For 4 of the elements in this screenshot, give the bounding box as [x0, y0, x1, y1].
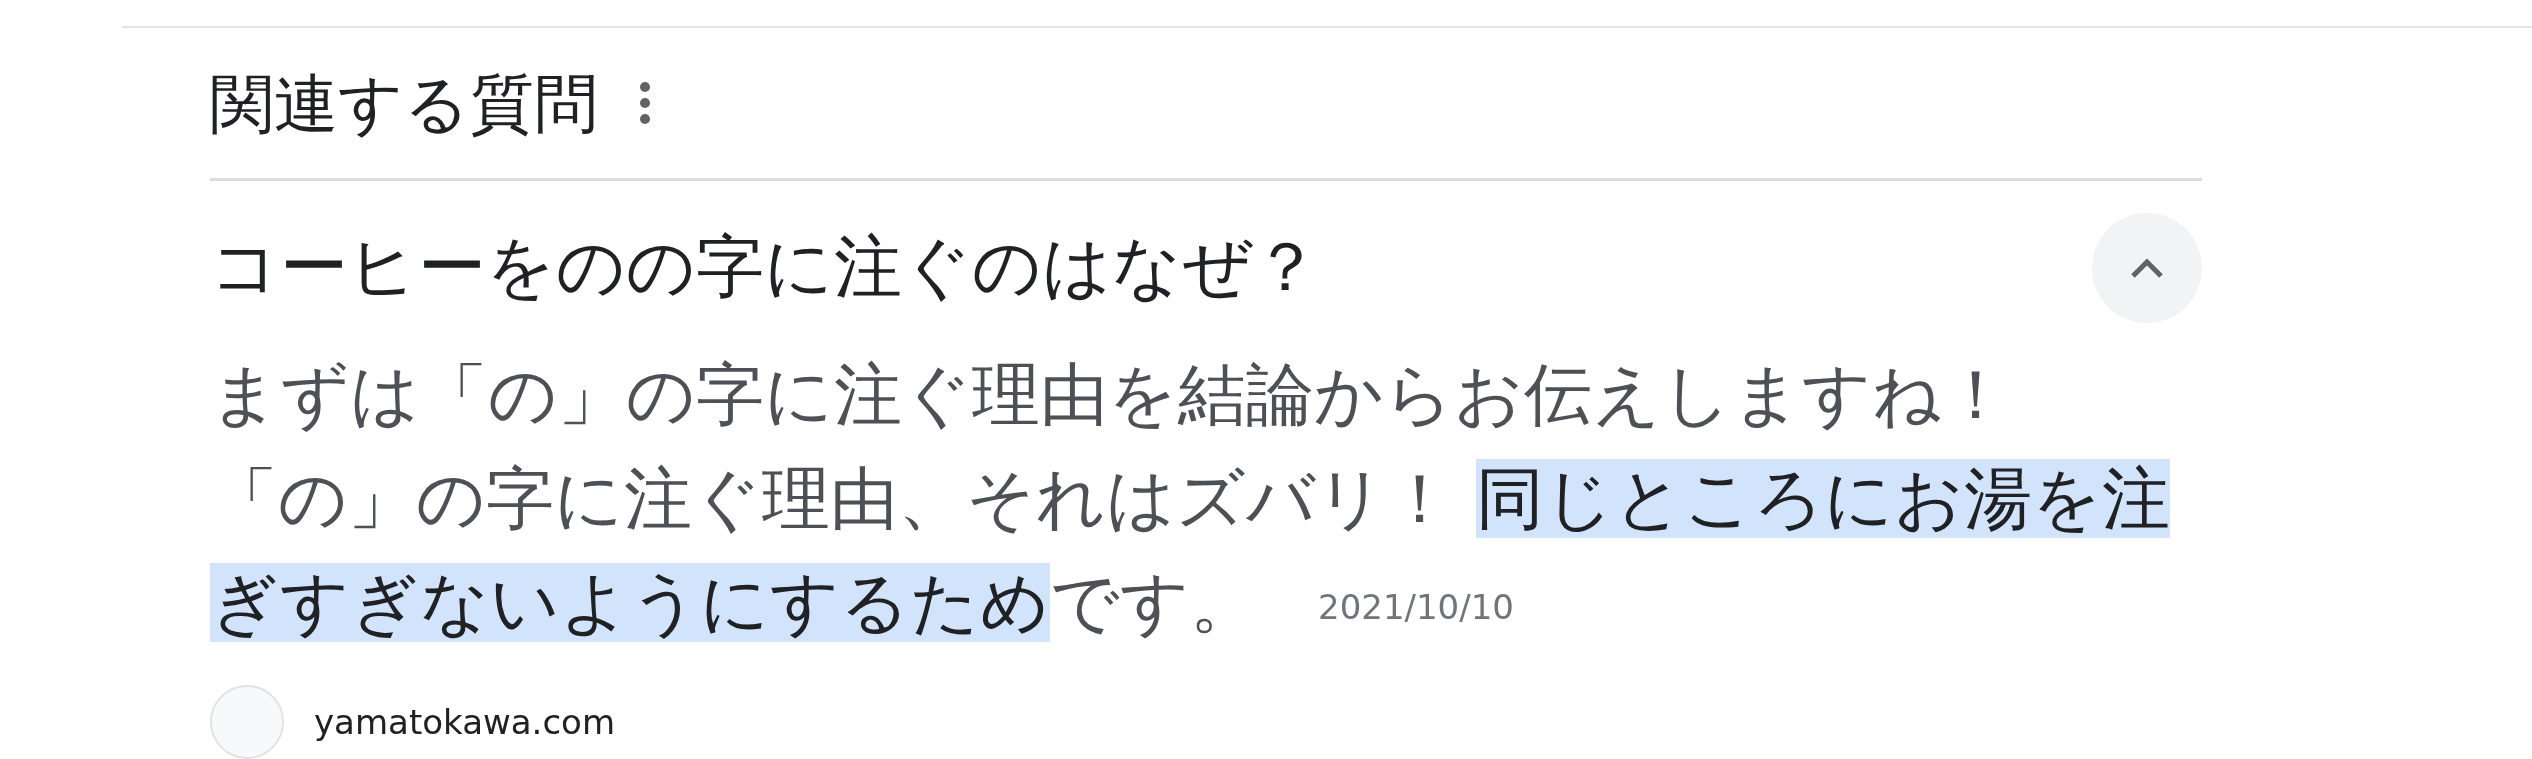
section-title: 関連する質問: [210, 66, 598, 144]
source-site[interactable]: yamatokawa.com: [314, 702, 616, 742]
question-text[interactable]: コーヒーをのの字に注ぐのはなぜ？: [210, 222, 1320, 314]
more-options-icon[interactable]: [638, 80, 652, 125]
